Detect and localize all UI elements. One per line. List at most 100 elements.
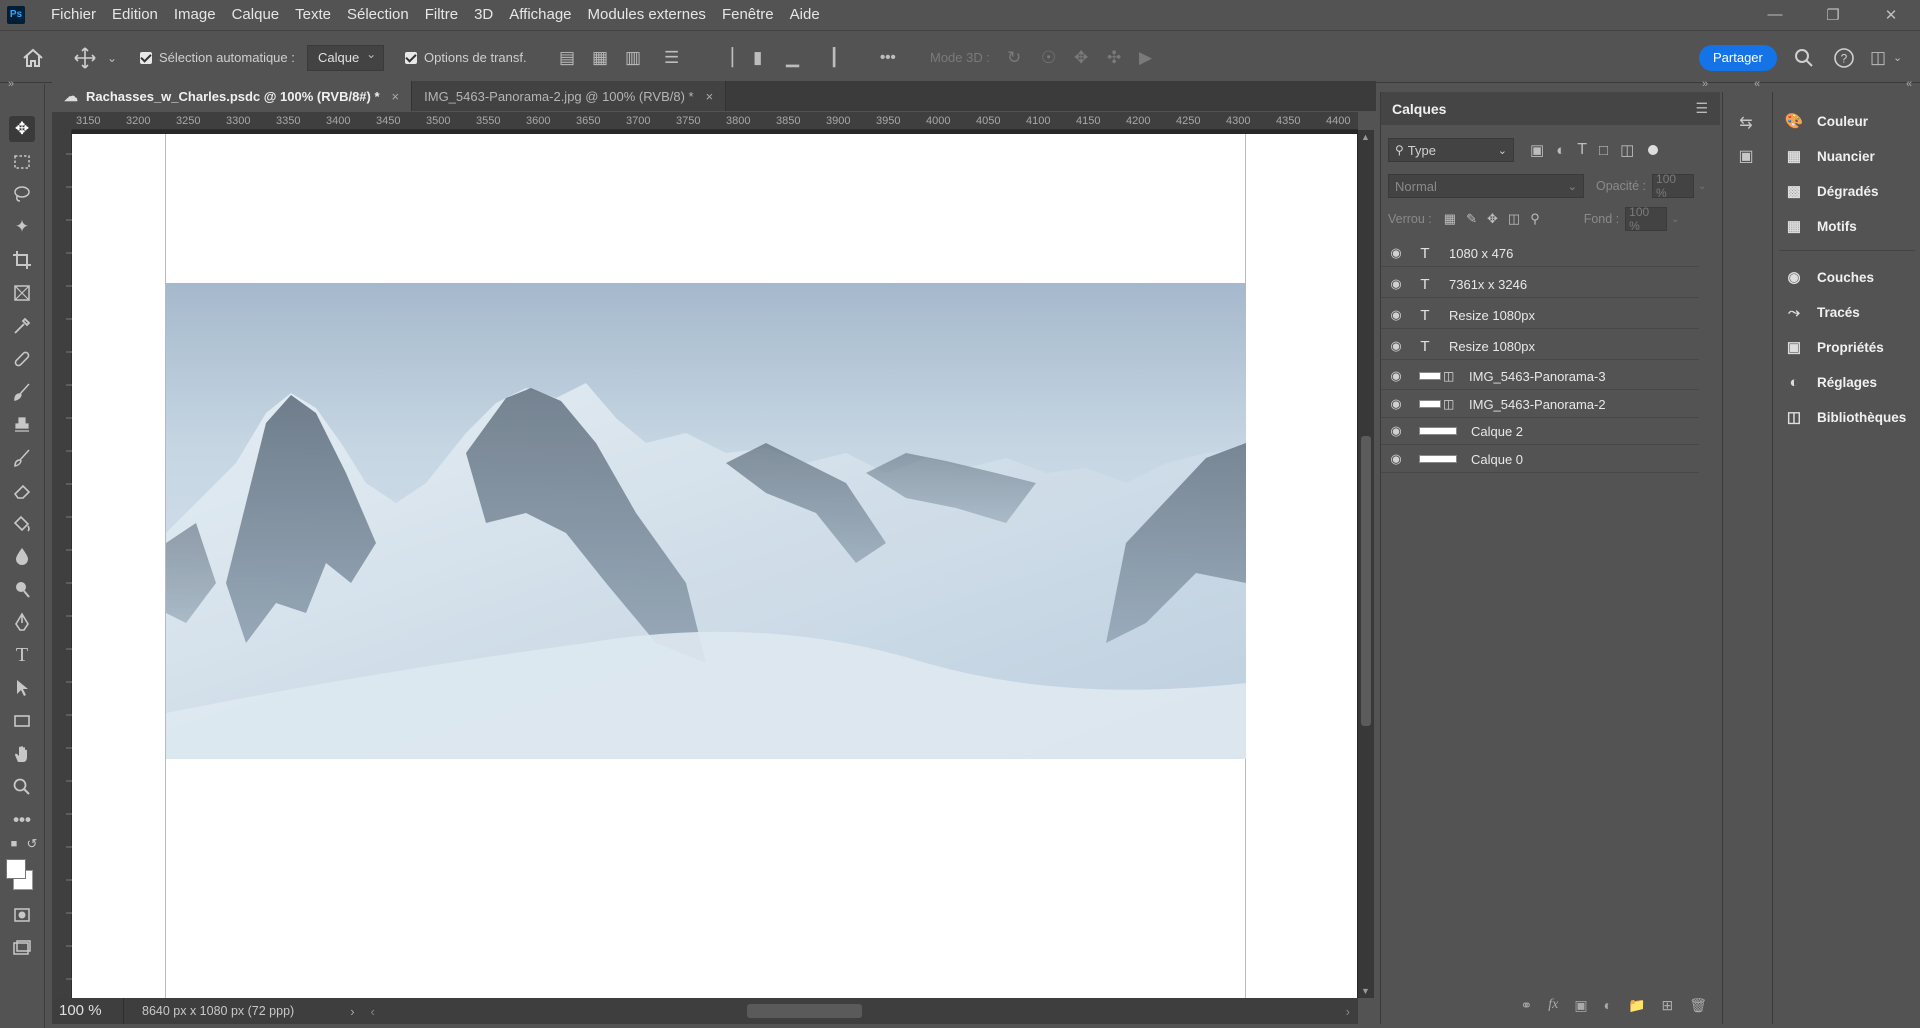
filter-adjustment-icon[interactable]: ◐ — [1556, 142, 1565, 159]
align-middle-v-icon[interactable]: ▮ — [753, 31, 762, 84]
menu-edition[interactable]: Edition — [104, 0, 166, 29]
panel-nuancier[interactable]: ▦ Nuancier — [1773, 141, 1920, 171]
menu-fenetre[interactable]: Fenêtre — [714, 0, 782, 29]
blend-mode-dropdown[interactable]: Normal ⌄ — [1388, 174, 1584, 198]
panel-menu-icon[interactable]: ☰ — [1695, 100, 1708, 117]
toolbar-collapse-icon[interactable]: » — [8, 78, 14, 90]
tool-preset-chevron-icon[interactable]: ⌄ — [107, 31, 117, 84]
layers-panel-title[interactable]: Calques — [1392, 101, 1446, 117]
menu-filtre[interactable]: Filtre — [417, 0, 466, 29]
filter-toggle-icon[interactable] — [1648, 145, 1659, 155]
layer-row[interactable]: ◉ T 7361x x 3246 — [1381, 271, 1699, 298]
horizontal-scroll-thumb[interactable] — [747, 1004, 862, 1018]
align-left-icon[interactable]: ▤ — [559, 31, 575, 84]
visibility-eye-icon[interactable]: ◉ — [1381, 451, 1411, 467]
menu-fichier[interactable]: Fichier — [43, 0, 104, 29]
visibility-eye-icon[interactable]: ◉ — [1381, 423, 1411, 439]
panel-expand-icon[interactable]: « — [1754, 78, 1760, 90]
workspace-icon[interactable]: ◫ — [1870, 31, 1886, 84]
drag-3d-icon[interactable]: ✥ — [1074, 31, 1088, 84]
default-colors-icon[interactable]: ■ — [6, 836, 22, 852]
menu-aide[interactable]: Aide — [782, 0, 828, 29]
comments-icon[interactable]: ▣ — [1735, 145, 1757, 167]
move-tool-icon[interactable]: ✥ — [9, 116, 35, 142]
menu-image[interactable]: Image — [166, 0, 224, 29]
healing-brush-tool-icon[interactable] — [9, 346, 35, 372]
panel-proprietes[interactable]: ▣ Propriétés — [1773, 332, 1920, 362]
clone-stamp-tool-icon[interactable] — [9, 412, 35, 438]
rectangle-tool-icon[interactable] — [9, 708, 35, 734]
layer-row[interactable]: ◉ Calque 2 — [1381, 418, 1699, 445]
panel-bibliotheques[interactable]: ◫ Bibliothèques — [1773, 402, 1920, 432]
blur-tool-icon[interactable] — [9, 543, 35, 569]
layer-name[interactable]: 7361x x 3246 — [1449, 277, 1527, 292]
layer-name[interactable]: IMG_5463-Panorama-3 — [1469, 369, 1606, 384]
panel-reglages[interactable]: ◐ Réglages — [1773, 367, 1920, 397]
pen-tool-icon[interactable] — [9, 609, 35, 635]
opacity-field[interactable]: 100 % — [1652, 172, 1695, 200]
orbit-3d-icon[interactable]: ↻ — [1007, 31, 1021, 84]
layer-style-icon[interactable]: fx — [1548, 997, 1558, 1013]
close-tab-icon[interactable]: × — [706, 89, 714, 104]
history-icon[interactable]: ⇆ — [1735, 112, 1757, 134]
visibility-eye-icon[interactable]: ◉ — [1381, 396, 1411, 412]
slide-3d-icon[interactable]: ✣ — [1107, 31, 1121, 84]
panel-couches[interactable]: ◉ Couches — [1773, 262, 1920, 292]
lasso-tool-icon[interactable] — [9, 181, 35, 207]
eraser-tool-icon[interactable] — [9, 478, 35, 504]
distribute-v-icon[interactable]: ☰ — [664, 31, 679, 84]
panel-traces[interactable]: ⤳ Tracés — [1773, 297, 1920, 327]
add-mask-icon[interactable]: ▣ — [1574, 997, 1587, 1014]
lock-all-icon[interactable]: ⚲ — [1530, 211, 1540, 227]
horizontal-ruler[interactable]: 3150 3200 3250 3300 3350 3400 3450 3500 3550 3600… — [72, 112, 1358, 130]
visibility-eye-icon[interactable]: ◉ — [1381, 276, 1411, 292]
menu-selection[interactable]: Sélection — [339, 0, 417, 29]
layer-row[interactable]: ◉ T Resize 1080px — [1381, 333, 1699, 360]
screen-mode-icon[interactable] — [9, 935, 35, 961]
opacity-chevron-icon[interactable]: ⌄ — [1698, 181, 1706, 192]
path-selection-tool-icon[interactable] — [9, 675, 35, 701]
layer-name[interactable]: Calque 2 — [1471, 424, 1523, 439]
minimize-icon[interactable]: — — [1746, 0, 1804, 29]
edit-toolbar-icon[interactable]: ••• — [9, 807, 35, 833]
visibility-eye-icon[interactable]: ◉ — [1381, 338, 1411, 354]
new-adjustment-icon[interactable]: ◐ — [1604, 997, 1612, 1013]
align-right-icon[interactable]: ▥ — [625, 31, 641, 84]
hand-tool-icon[interactable] — [9, 741, 35, 767]
link-layers-icon[interactable]: ⚭ — [1521, 997, 1533, 1014]
more-options-icon[interactable]: ••• — [880, 31, 896, 84]
zoom-level-field[interactable]: 100 % — [52, 998, 124, 1024]
scroll-right-icon[interactable]: › — [1346, 1004, 1350, 1019]
history-brush-tool-icon[interactable] — [9, 445, 35, 471]
foreground-color-swatch[interactable] — [6, 859, 26, 879]
restore-icon[interactable]: ❐ — [1804, 0, 1862, 29]
scroll-down-icon[interactable]: ▼ — [1361, 986, 1370, 996]
tab-rachasses-document[interactable]: ☁ Rachasses_w_Charles.psdc @ 100% (RVB/8… — [52, 81, 413, 111]
fill-chevron-icon[interactable]: ⌄ — [1671, 214, 1679, 225]
share-button[interactable]: Partager — [1699, 44, 1777, 71]
close-window-icon[interactable]: ✕ — [1862, 0, 1920, 29]
layer-name[interactable]: Resize 1080px — [1449, 339, 1535, 354]
distribute-h-icon[interactable]: ┃ — [829, 31, 839, 84]
lock-image-icon[interactable]: ✎ — [1466, 211, 1477, 227]
dodge-tool-icon[interactable] — [9, 576, 35, 602]
tab-panorama-document[interactable]: IMG_5463-Panorama-2.jpg @ 100% (RVB/8) *… — [412, 81, 727, 111]
layer-row[interactable]: ◉ ◫ IMG_5463-Panorama-2 — [1381, 391, 1699, 418]
layer-row[interactable]: ◉ Calque 0 — [1381, 446, 1699, 473]
layer-row[interactable]: ◉ T 1080 x 476 — [1381, 240, 1699, 267]
filter-pixel-icon[interactable]: ▣ — [1530, 141, 1544, 159]
crop-tool-icon[interactable] — [9, 247, 35, 273]
panel-collapse-icon[interactable]: » — [1702, 78, 1708, 90]
eyedropper-tool-icon[interactable] — [9, 313, 35, 339]
new-layer-icon[interactable]: ⊞ — [1661, 997, 1673, 1014]
lock-position-icon[interactable]: ✥ — [1487, 211, 1498, 227]
brush-tool-icon[interactable] — [9, 379, 35, 405]
help-icon[interactable]: ? — [1833, 31, 1855, 84]
menu-texte[interactable]: Texte — [287, 0, 339, 29]
type-tool-icon[interactable]: T — [9, 642, 35, 668]
fill-field[interactable]: 100 % — [1625, 205, 1668, 233]
scroll-up-icon[interactable]: ▲ — [1361, 132, 1370, 142]
menu-calque[interactable]: Calque — [224, 0, 288, 29]
frame-tool-icon[interactable] — [9, 280, 35, 306]
transform-controls-checkbox[interactable]: Options de transf. — [405, 31, 527, 84]
